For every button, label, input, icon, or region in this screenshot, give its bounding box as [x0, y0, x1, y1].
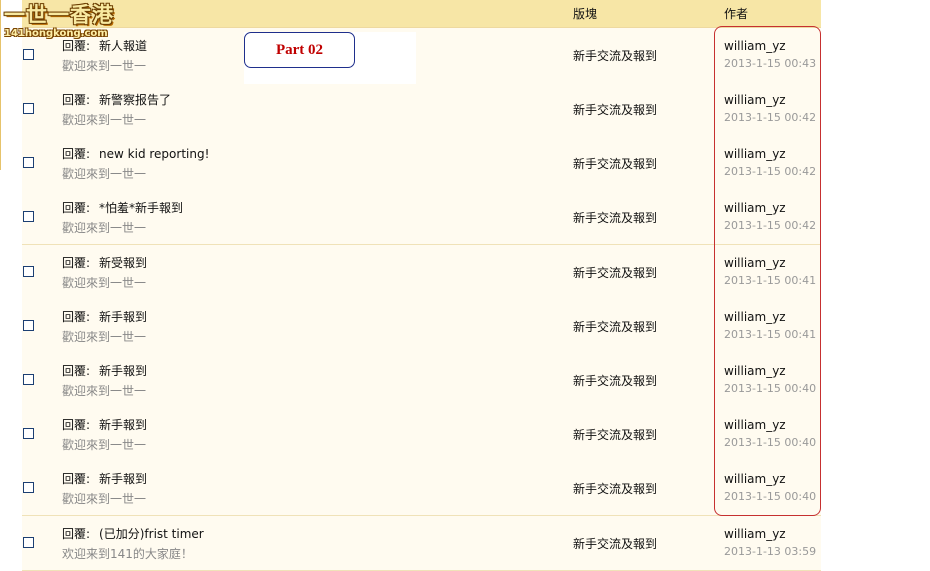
- table-row: 回覆: 新受報到歡迎來到一世一 新手交流及報到 william_yz 2013-1-15…: [22, 245, 821, 300]
- part-label-badge: Part 02: [244, 32, 355, 68]
- author-link[interactable]: william_yz: [724, 310, 786, 324]
- table-row: 回覆: *怕羞*新手報到歡迎來到一世一 新手交流及報到 william_yz 2013-…: [22, 190, 821, 245]
- post-title-link[interactable]: 回覆: 新手報到: [62, 362, 147, 379]
- post-excerpt: 歡迎來到一世一: [62, 330, 147, 344]
- author-link[interactable]: william_yz: [724, 256, 786, 270]
- board-link[interactable]: 新手交流及報到: [573, 47, 657, 64]
- post-date: 2013-1-13 03:59: [724, 545, 817, 558]
- post-date: 2013-1-15 00:42: [724, 111, 817, 124]
- table-row: 回覆: 新手報到歡迎來到一世一 新手交流及報到 william_yz 2013-1-15…: [22, 407, 821, 462]
- post-date: 2013-1-15 00:42: [724, 219, 817, 232]
- post-date: 2013-1-15 00:40: [724, 436, 817, 449]
- post-date: 2013-1-15 00:40: [724, 490, 817, 503]
- post-title: 新手報到: [99, 418, 148, 432]
- reply-prefix: 回覆:: [62, 201, 91, 215]
- post-table: 版塊 作者 回覆: 新人報道 歡迎來到一世一 新手交流及報到 william_yz 201…: [22, 0, 821, 571]
- row-checkbox[interactable]: [23, 49, 34, 60]
- left-border: [0, 0, 1, 170]
- post-excerpt: 歡迎來到一世一: [62, 384, 147, 398]
- reply-prefix: 回覆:: [62, 527, 91, 541]
- logo-title: 一世一香港: [4, 2, 114, 27]
- column-header-board: 版塊: [573, 7, 598, 21]
- author-link[interactable]: william_yz: [724, 201, 786, 215]
- board-link[interactable]: 新手交流及報到: [573, 426, 657, 443]
- author-link[interactable]: william_yz: [724, 472, 786, 486]
- post-title: *怕羞*新手報到: [99, 201, 184, 215]
- post-date: 2013-1-15 00:43: [724, 57, 817, 70]
- table-row: 回覆: (已加分)frist timer 欢迎来到141的大家庭！ 新手交流及報到 wi…: [22, 516, 821, 571]
- site-logo[interactable]: 一世一香港 141hongkong.com: [4, 4, 126, 42]
- row-checkbox[interactable]: [23, 157, 34, 168]
- table-header: 版塊 作者: [22, 0, 821, 28]
- reply-prefix: 回覆:: [62, 256, 91, 270]
- row-checkbox[interactable]: [23, 537, 34, 548]
- post-title: (已加分)frist timer: [99, 527, 204, 541]
- post-title: 新手報到: [99, 310, 148, 324]
- post-excerpt: 歡迎來到一世一: [62, 167, 147, 181]
- column-header-author: 作者: [724, 7, 749, 21]
- post-excerpt: 歡迎來到一世一: [62, 113, 147, 127]
- author-link[interactable]: william_yz: [724, 93, 786, 107]
- board-link[interactable]: 新手交流及報到: [573, 480, 657, 497]
- board-link[interactable]: 新手交流及報到: [573, 101, 657, 118]
- post-title-link[interactable]: 回覆: new kid reporting!: [62, 145, 209, 162]
- table-row: 回覆: 新人報道 歡迎來到一世一 新手交流及報到 william_yz 2013-1-15…: [22, 28, 821, 83]
- post-date: 2013-1-15 00:42: [724, 165, 817, 178]
- board-link[interactable]: 新手交流及報到: [573, 155, 657, 172]
- post-title: 新手報到: [99, 364, 148, 378]
- post-excerpt: 歡迎來到一世一: [62, 276, 147, 290]
- post-date: 2013-1-15 00:41: [724, 274, 817, 287]
- board-link[interactable]: 新手交流及報到: [573, 535, 657, 552]
- author-link[interactable]: william_yz: [724, 364, 786, 378]
- post-title-link[interactable]: 回覆: 新警察报告了: [62, 91, 171, 108]
- reply-prefix: 回覆:: [62, 310, 91, 324]
- post-date: 2013-1-15 00:41: [724, 328, 817, 341]
- author-link[interactable]: william_yz: [724, 39, 786, 53]
- board-link[interactable]: 新手交流及報到: [573, 318, 657, 335]
- logo-domain: 141hongkong.com: [4, 28, 108, 39]
- row-checkbox[interactable]: [23, 266, 34, 277]
- board-link[interactable]: 新手交流及報到: [573, 372, 657, 389]
- reply-prefix: 回覆:: [62, 418, 91, 432]
- post-date: 2013-1-15 00:40: [724, 382, 817, 395]
- post-excerpt: 歡迎來到一世一: [62, 438, 147, 452]
- post-title-link[interactable]: 回覆: 新受報到: [62, 254, 147, 271]
- row-checkbox[interactable]: [23, 428, 34, 439]
- row-checkbox[interactable]: [23, 374, 34, 385]
- post-title: new kid reporting!: [99, 147, 210, 161]
- post-title-link[interactable]: 回覆: 新手報到: [62, 308, 147, 325]
- post-excerpt: 歡迎來到一世一: [62, 59, 147, 73]
- post-title-link[interactable]: 回覆: 新手報到: [62, 470, 147, 487]
- post-title: 新手報到: [99, 472, 148, 486]
- reply-prefix: 回覆:: [62, 472, 91, 486]
- reply-prefix: 回覆:: [62, 364, 91, 378]
- row-checkbox[interactable]: [23, 320, 34, 331]
- row-checkbox[interactable]: [23, 103, 34, 114]
- table-row: 回覆: new kid reporting! 歡迎來到一世一 新手交流及報到 willi…: [22, 136, 821, 191]
- board-link[interactable]: 新手交流及報到: [573, 264, 657, 281]
- row-checkbox[interactable]: [23, 211, 34, 222]
- post-excerpt: 欢迎来到141的大家庭！: [62, 547, 193, 561]
- author-link[interactable]: william_yz: [724, 527, 786, 541]
- reply-prefix: 回覆:: [62, 147, 91, 161]
- post-title-link[interactable]: 回覆: (已加分)frist timer: [62, 525, 204, 542]
- post-title-link[interactable]: 回覆: *怕羞*新手報到: [62, 199, 183, 216]
- post-excerpt: 歡迎來到一世一: [62, 492, 147, 506]
- row-checkbox[interactable]: [23, 482, 34, 493]
- table-row: 回覆: 新警察报告了歡迎來到一世一 新手交流及報到 william_yz 2013-1-…: [22, 82, 821, 137]
- author-link[interactable]: william_yz: [724, 418, 786, 432]
- reply-prefix: 回覆:: [62, 93, 91, 107]
- board-link[interactable]: 新手交流及報到: [573, 209, 657, 226]
- post-excerpt: 歡迎來到一世一: [62, 221, 147, 235]
- post-title: 新受報到: [99, 256, 148, 270]
- table-row: 回覆: 新手報到歡迎來到一世一 新手交流及報到 william_yz 2013-1-15…: [22, 299, 821, 354]
- post-title: 新警察报告了: [99, 93, 172, 107]
- table-row: 回覆: 新手報到歡迎來到一世一 新手交流及報到 william_yz 2013-1-15…: [22, 353, 821, 408]
- table-row: 回覆: 新手報到歡迎來到一世一 新手交流及報到 william_yz 2013-1-15…: [22, 461, 821, 516]
- post-title-link[interactable]: 回覆: 新手報到: [62, 416, 147, 433]
- author-link[interactable]: william_yz: [724, 147, 786, 161]
